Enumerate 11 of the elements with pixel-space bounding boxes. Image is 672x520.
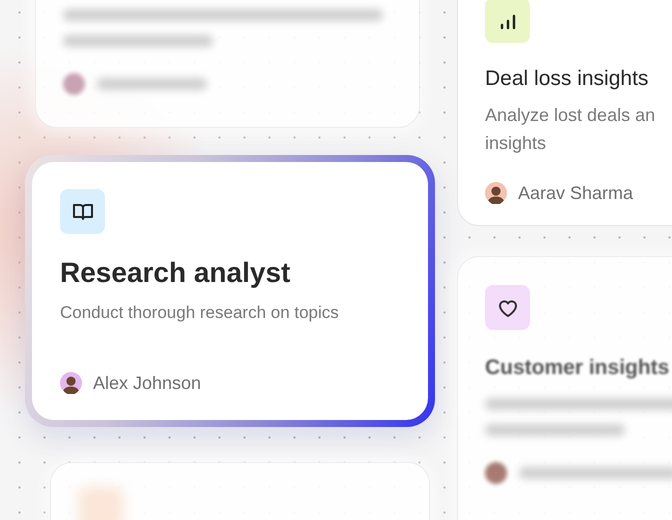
blurred-avatar: [485, 462, 507, 484]
blurred-avatar: [63, 73, 85, 95]
author-name: Aarav Sharma: [518, 182, 634, 204]
card-description: Analyze lost deals an insights: [485, 104, 656, 155]
avatar: [60, 372, 82, 394]
card-title: Deal loss insights: [485, 66, 650, 92]
card-title: Customer insights: [485, 355, 670, 381]
avatar: [485, 182, 507, 204]
card-title: Research analyst: [60, 256, 292, 290]
author-name: Alex Johnson: [93, 372, 202, 394]
card-description: Conduct thorough research on topics: [60, 302, 340, 324]
